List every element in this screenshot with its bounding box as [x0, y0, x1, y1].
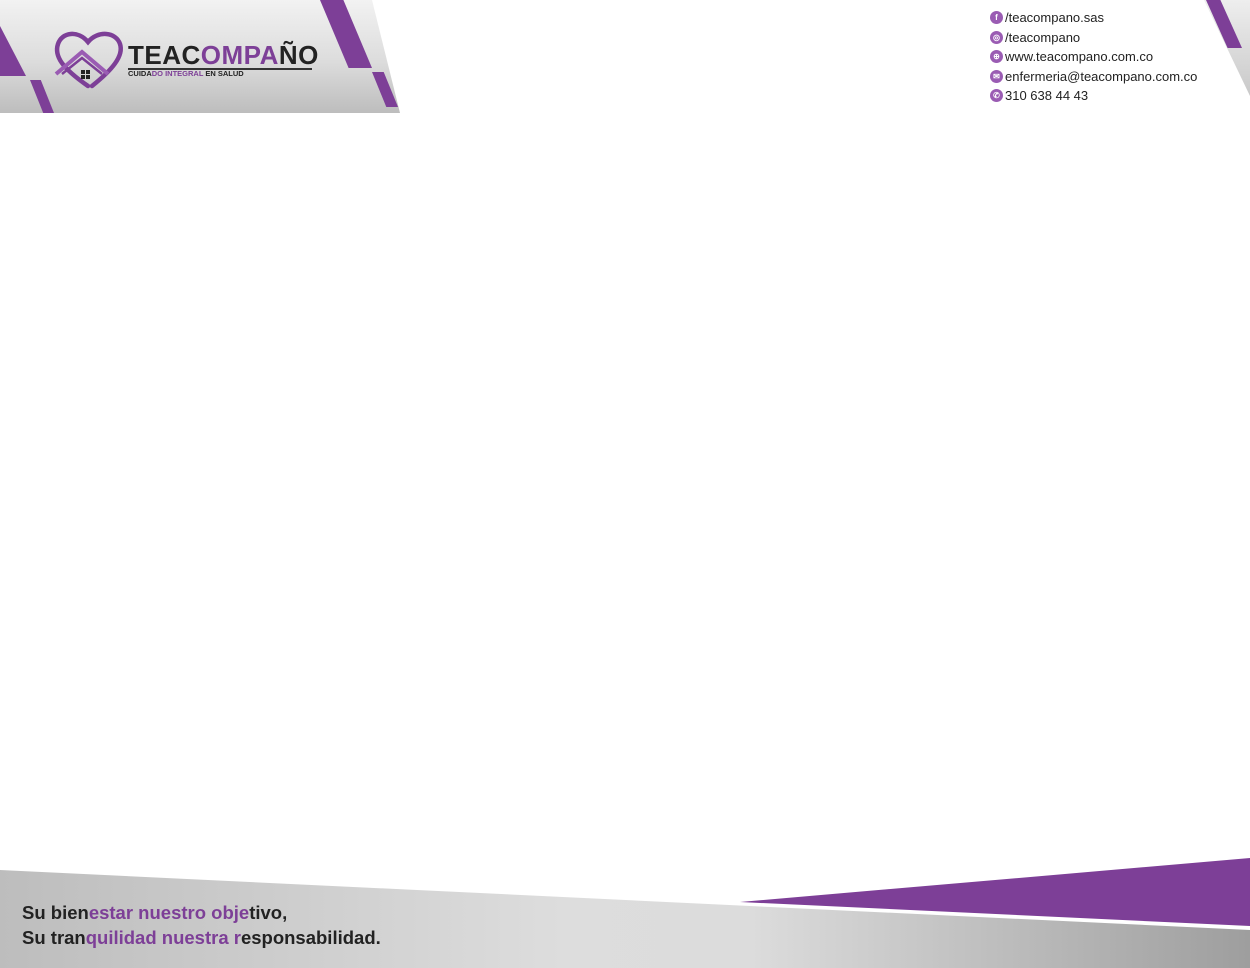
slogan-part: esponsabilidad.	[240, 927, 381, 948]
slogan-part: Su tran	[22, 927, 86, 948]
contact-facebook[interactable]: f /teacompano.sas	[990, 8, 1197, 28]
facebook-icon: f	[990, 11, 1003, 25]
tagline-part: CUIDA	[128, 69, 152, 78]
brand-name-part: OMPA	[200, 40, 279, 70]
contact-instagram[interactable]: ◎ /teacompano	[990, 28, 1197, 48]
brand-name: TEACOMPAÑO	[128, 40, 319, 71]
slogan-part: estar nuestro obje	[88, 902, 250, 923]
contact-text: 310 638 44 43	[1005, 88, 1089, 104]
mail-icon: ✉	[990, 69, 1003, 83]
slogan-part: quilidad nuestra r	[85, 927, 241, 948]
slogan-line: Su bienestar nuestro objetivo,	[22, 900, 381, 925]
whatsapp-icon: ✆	[990, 89, 1003, 103]
globe-icon: ⊕	[990, 50, 1003, 64]
slogan: Su bienestar nuestro objetivo, Su tranqu…	[22, 900, 381, 950]
brand-tagline: CUIDADO INTEGRAL EN SALUD	[128, 69, 244, 78]
slogan-part: Su bien	[22, 902, 89, 923]
slogan-line: Su tranquilidad nuestra responsabilidad.	[22, 925, 381, 950]
contact-list: f /teacompano.sas ◎ /teacompano ⊕ www.te…	[990, 8, 1197, 106]
contact-text: /teacompano	[1005, 29, 1081, 45]
brand-name-part: ÑO	[278, 40, 319, 70]
brand-name-part: TEAC	[128, 40, 201, 70]
instagram-icon: ◎	[990, 30, 1003, 44]
corner-decoration	[1204, 0, 1250, 96]
contact-phone[interactable]: ✆ 310 638 44 43	[990, 86, 1197, 106]
tagline-part: DO INTEGRAL	[151, 69, 204, 78]
contact-text: www.teacompano.com.co	[1005, 49, 1154, 65]
contact-email[interactable]: ✉ enfermeria@teacompano.com.co	[990, 67, 1197, 87]
contact-website[interactable]: ⊕ www.teacompano.com.co	[990, 47, 1197, 67]
contact-text: enfermeria@teacompano.com.co	[1005, 68, 1198, 84]
heart-house-icon	[54, 31, 123, 89]
slogan-part: tivo,	[249, 902, 288, 923]
contact-text: /teacompano.sas	[1005, 10, 1105, 26]
tagline-part: EN SALUD	[203, 69, 244, 78]
